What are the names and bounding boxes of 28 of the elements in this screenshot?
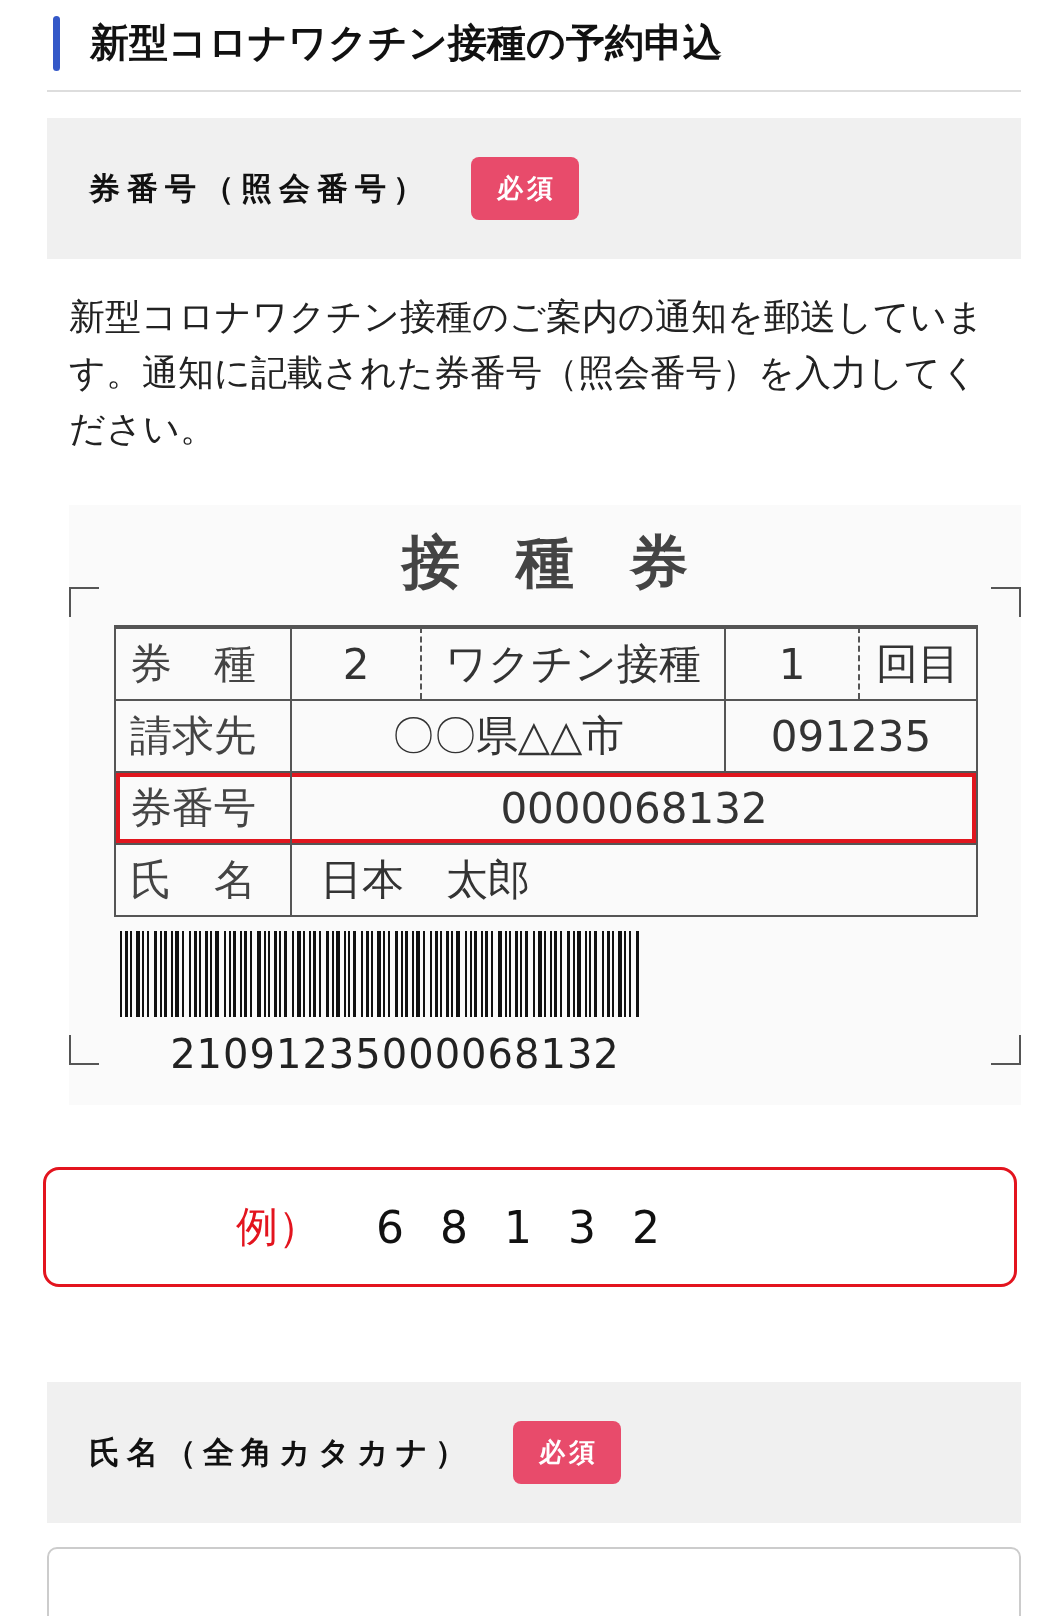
crop-mark: [991, 587, 1021, 617]
ticket-cell: 〇〇県△△市: [290, 699, 724, 771]
required-badge: 必須: [471, 157, 579, 220]
field-label: 氏名（全角カタカナ）: [89, 1432, 473, 1472]
example-prefix: 例）: [236, 1201, 320, 1253]
ticket-cell: 日本 太郎: [290, 843, 976, 915]
crop-mark: [69, 587, 99, 617]
ticket-cell: 0000068132: [290, 771, 976, 843]
ticket-row-label: 請求先: [116, 699, 290, 771]
description-text: 新型コロナワクチン接種のご案内の通知を郵送しています。通知に記載された券番号（照会番号）を入力してください。: [69, 295, 985, 451]
ticket-row-label: 券番号: [116, 771, 290, 843]
field-label: 券番号（照会番号）: [89, 168, 431, 208]
example-value: 6 8 1 3 2: [376, 1201, 666, 1253]
ticket-cell: 2: [290, 627, 420, 699]
ticket-title: 接種券: [402, 527, 744, 597]
crop-mark: [991, 1035, 1021, 1065]
ticket-row-label: 券 種: [116, 627, 290, 699]
ticket-cell: ワクチン接種: [420, 627, 724, 699]
ticket-cell: 1: [724, 627, 858, 699]
ticket-cell: 091235: [724, 699, 976, 771]
accent-bar: [53, 15, 60, 71]
crop-mark: [69, 1035, 99, 1065]
ticket-cell: 回目: [858, 627, 976, 699]
barcode-number: 21091235000068132: [170, 1031, 620, 1077]
ticket-row-label: 氏 名: [116, 843, 290, 915]
input-field[interactable]: [47, 1547, 1021, 1616]
required-badge: 必須: [513, 1421, 621, 1484]
page-title: 新型コロナワクチン接種の予約申込: [90, 19, 722, 67]
